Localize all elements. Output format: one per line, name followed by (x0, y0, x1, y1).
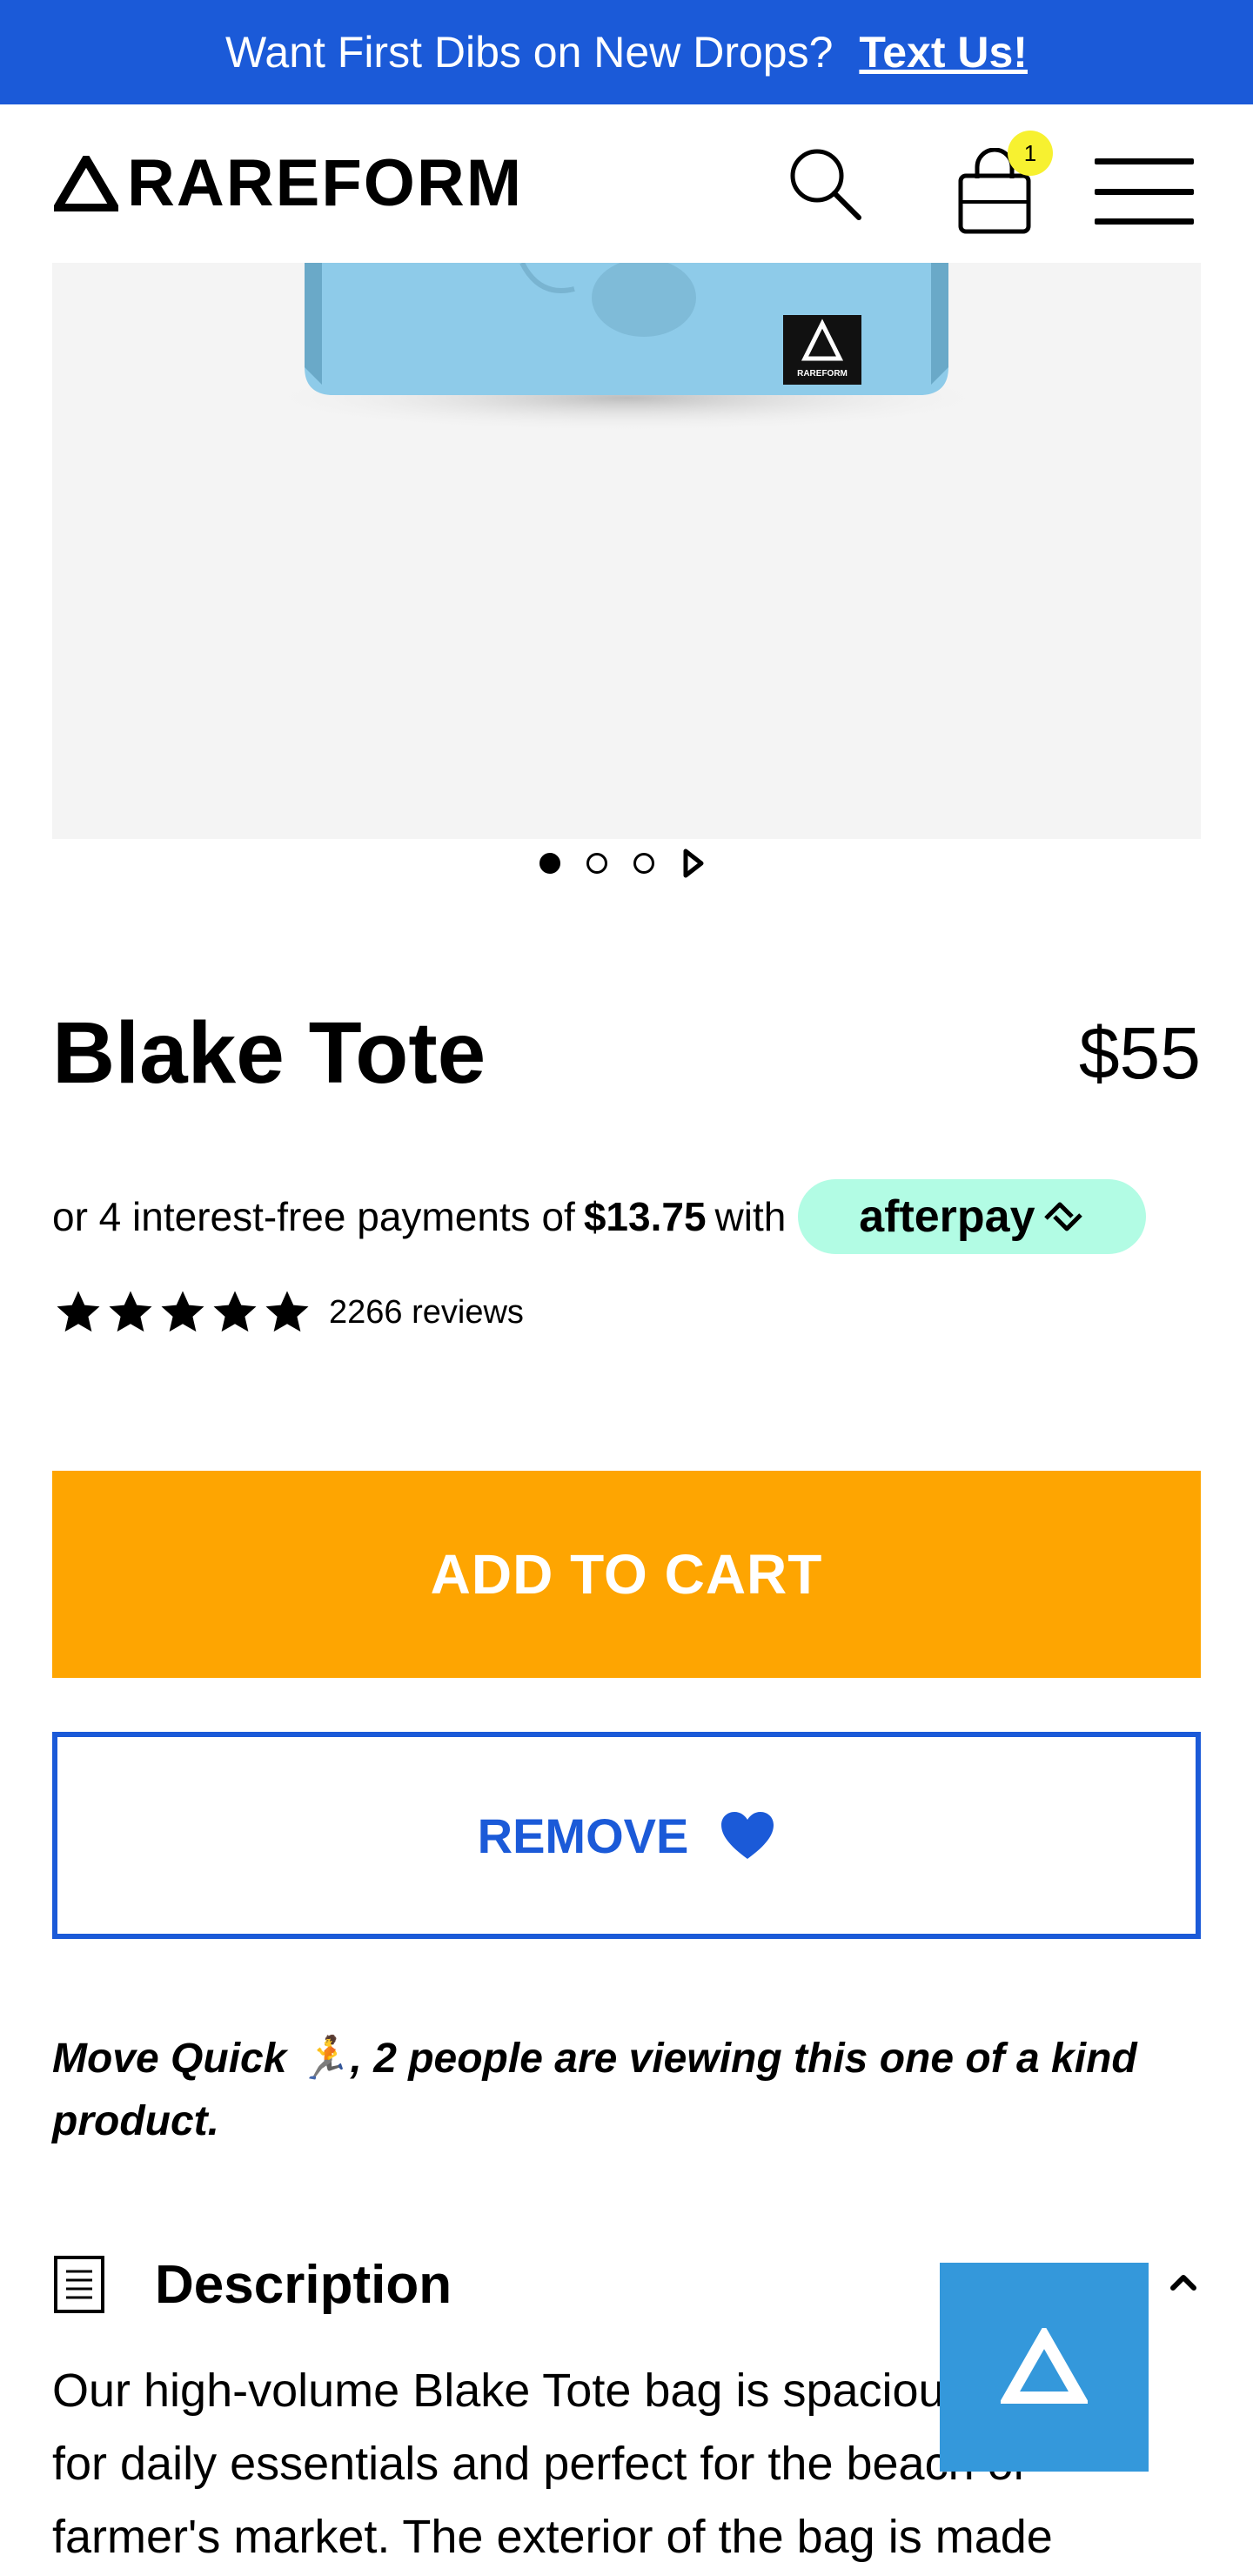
brand-logo[interactable]: RAREFORM (54, 146, 524, 220)
afterpay-arrows-icon (1043, 1202, 1082, 1231)
carousel-pagination (539, 848, 705, 879)
afterpay-amount: $13.75 (583, 1194, 707, 1239)
star-icon (57, 1291, 100, 1332)
rareform-logo-icon (1001, 2328, 1088, 2404)
carousel-dot-1[interactable] (539, 853, 560, 874)
cart-count-badge: 1 (1008, 131, 1053, 176)
afterpay-suffix: with (714, 1194, 787, 1239)
star-icon (161, 1291, 204, 1332)
urgency-message: Move Quick 🏃, 2 people are viewing this … (52, 2036, 1137, 2144)
remove-label: REMOVE (477, 1808, 689, 1863)
chat-widget-button[interactable] (940, 2263, 1149, 2472)
announcement-text: Want First Dibs on New Drops? (225, 28, 834, 77)
heart-icon (721, 1812, 774, 1859)
review-count[interactable]: 2266 reviews (329, 1294, 524, 1332)
brand-name: RAREFORM (127, 146, 524, 220)
afterpay-message: or 4 interest-free payments of $13.75 wi… (52, 1179, 1147, 1254)
text-us-link[interactable]: Text Us! (859, 27, 1028, 77)
description-title: Description (155, 2254, 452, 2315)
carousel-dot-2[interactable] (586, 853, 607, 874)
afterpay-prefix: or 4 interest-free payments of (52, 1194, 575, 1239)
logo-mark-icon (54, 156, 118, 211)
menu-line (1095, 188, 1194, 195)
cart-button[interactable]: 1 (955, 131, 1055, 235)
star-rating (54, 1288, 312, 1337)
product-image[interactable]: RAREFORM (52, 263, 1201, 839)
chevron-up-icon[interactable] (1166, 2265, 1201, 2300)
hamburger-menu-icon[interactable] (1095, 158, 1194, 225)
svg-text:RAREFORM: RAREFORM (797, 369, 848, 379)
star-icon (265, 1291, 309, 1332)
carousel-dot-3[interactable] (633, 853, 654, 874)
search-icon[interactable] (787, 146, 862, 221)
add-to-cart-button[interactable]: ADD TO CART (52, 1471, 1201, 1678)
afterpay-badge[interactable]: afterpay (798, 1179, 1147, 1254)
site-header: RAREFORM 1 (0, 104, 1253, 263)
menu-line (1095, 158, 1194, 164)
announcement-bar: Want First Dibs on New Drops? Text Us! (0, 0, 1253, 104)
blake-tote-image: RAREFORM (252, 263, 1001, 433)
star-icon (109, 1291, 152, 1332)
remove-wishlist-button[interactable]: REMOVE (52, 1732, 1201, 1939)
product-title: Blake Tote (52, 1004, 486, 1102)
afterpay-brand: afterpay (859, 1191, 1035, 1242)
document-icon (54, 2256, 104, 2313)
product-price: $55 (1078, 1012, 1201, 1094)
review-summary[interactable]: 2266 reviews (54, 1288, 524, 1337)
carousel-next-icon[interactable] (680, 848, 705, 879)
star-icon (213, 1291, 257, 1332)
menu-line (1095, 218, 1194, 225)
